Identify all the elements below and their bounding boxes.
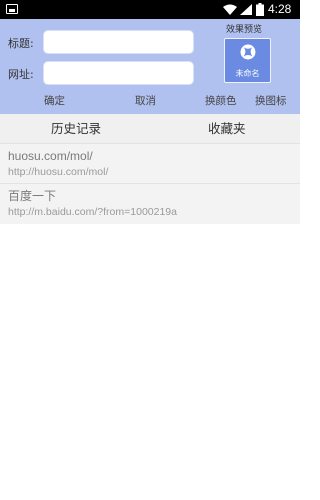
- confirm-button[interactable]: 确定: [44, 94, 65, 108]
- status-bar: 4:28: [0, 0, 300, 19]
- history-item-url: http://m.baidu.com/?from=1000219a: [8, 206, 177, 218]
- tab-history[interactable]: 历史记录: [51, 121, 101, 137]
- status-time: 4:28: [268, 2, 292, 16]
- change-icon-button[interactable]: 换图标: [255, 94, 287, 108]
- url-input[interactable]: [43, 61, 194, 85]
- history-item[interactable]: huosu.com/mol/ http://huosu.com/mol/: [0, 144, 300, 184]
- history-item[interactable]: 百度一下 http://m.baidu.com/?from=1000219a: [0, 184, 300, 224]
- history-item-url: http://huosu.com/mol/: [8, 166, 109, 178]
- url-label: 网址:: [8, 68, 34, 81]
- preview-name: 未命名: [235, 69, 260, 78]
- bookmark-form-panel: 标题: 网址: 确定 取消 换颜色 换图标 效果预览 未命名: [0, 19, 300, 114]
- preview-shortcut[interactable]: 未命名: [224, 38, 271, 83]
- history-item-title: 百度一下: [8, 189, 57, 203]
- title-label: 标题:: [8, 37, 34, 50]
- wifi-icon: [223, 4, 237, 15]
- battery-icon: [256, 3, 264, 16]
- preview-title: 效果预览: [226, 25, 263, 35]
- title-input[interactable]: [43, 30, 194, 54]
- change-color-button[interactable]: 换颜色: [205, 94, 237, 108]
- history-item-title: huosu.com/mol/: [8, 149, 93, 163]
- xbox-logo-icon: [240, 44, 256, 60]
- tab-bar: 历史记录 收藏夹: [0, 114, 300, 144]
- cancel-button[interactable]: 取消: [135, 94, 156, 108]
- tab-favorites[interactable]: 收藏夹: [208, 121, 246, 137]
- image-notification-icon: [6, 4, 18, 14]
- signal-icon: [240, 4, 252, 15]
